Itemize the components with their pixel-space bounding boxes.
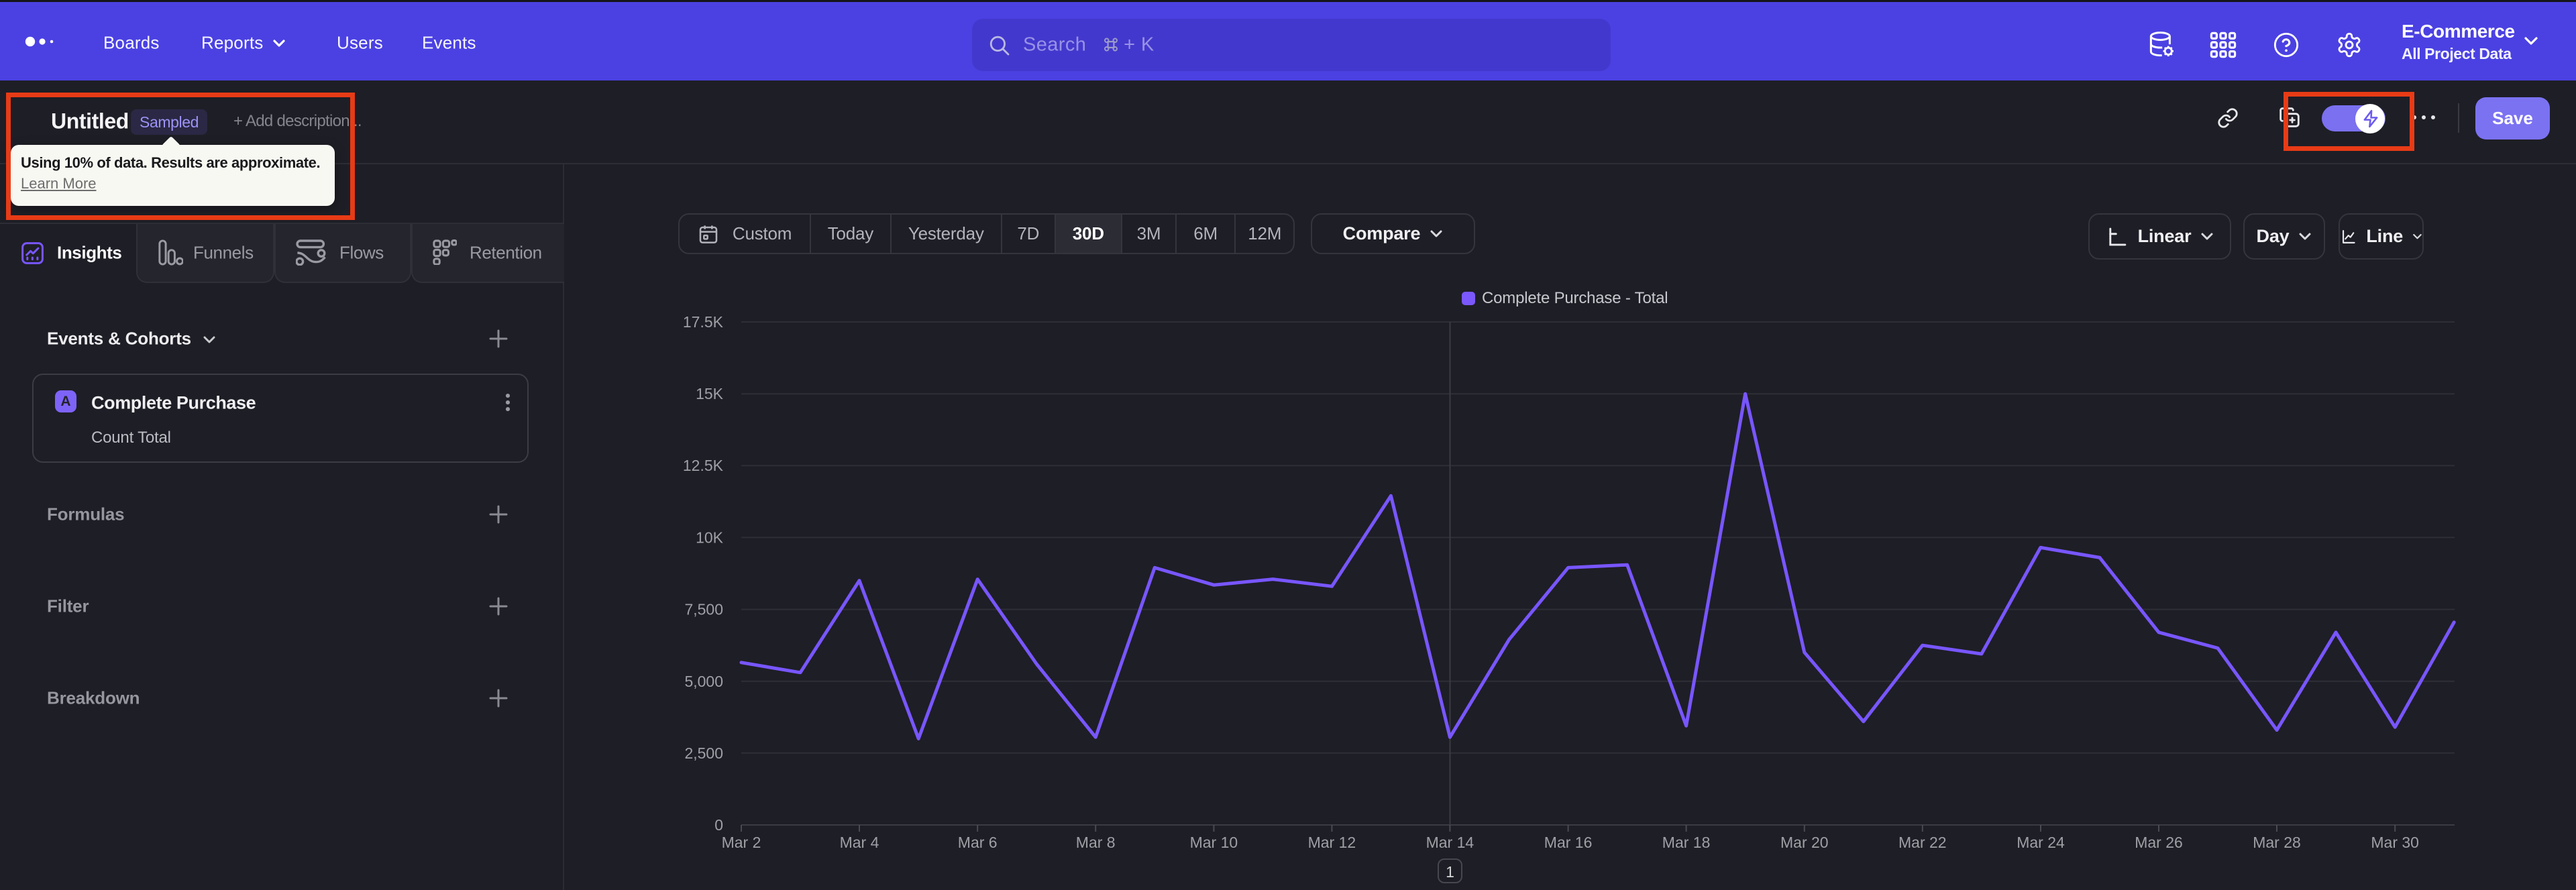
- svg-text:Mar 28: Mar 28: [2253, 834, 2301, 851]
- svg-text:Mar 2: Mar 2: [722, 834, 761, 851]
- svg-text:Mar 26: Mar 26: [2135, 834, 2183, 851]
- svg-text:Mar 30: Mar 30: [2371, 834, 2419, 851]
- svg-text:Mar 12: Mar 12: [1308, 834, 1356, 851]
- svg-text:10K: 10K: [696, 529, 724, 546]
- svg-text:Mar 20: Mar 20: [1780, 834, 1829, 851]
- svg-text:0: 0: [714, 816, 723, 834]
- svg-text:Mar 22: Mar 22: [1898, 834, 1947, 851]
- svg-text:Mar 4: Mar 4: [840, 834, 879, 851]
- svg-text:17.5K: 17.5K: [683, 313, 724, 331]
- svg-text:Mar 8: Mar 8: [1076, 834, 1116, 851]
- svg-text:12.5K: 12.5K: [683, 457, 724, 474]
- svg-text:Mar 16: Mar 16: [1544, 834, 1593, 851]
- svg-text:Mar 24: Mar 24: [2017, 834, 2065, 851]
- svg-text:2,500: 2,500: [684, 744, 723, 762]
- svg-text:5,000: 5,000: [684, 673, 723, 690]
- svg-text:Mar 18: Mar 18: [1662, 834, 1711, 851]
- svg-text:Mar 6: Mar 6: [958, 834, 998, 851]
- svg-text:15K: 15K: [696, 385, 724, 402]
- svg-text:Mar 10: Mar 10: [1190, 834, 1238, 851]
- svg-text:Mar 14: Mar 14: [1426, 834, 1474, 851]
- svg-text:7,500: 7,500: [684, 601, 723, 618]
